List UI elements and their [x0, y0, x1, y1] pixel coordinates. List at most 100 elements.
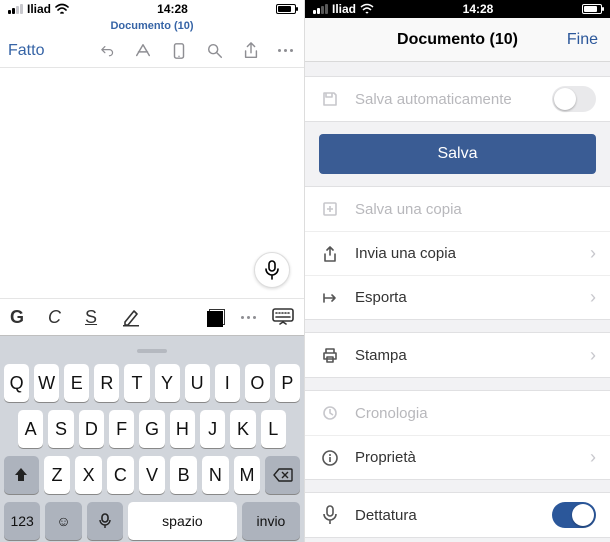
editor-screen: Iliad 14:28 Documento (10) Fatto G C S [0, 0, 305, 542]
enter-key[interactable]: invio [242, 502, 300, 540]
mic-key[interactable] [87, 502, 123, 540]
send-copy-icon [319, 245, 341, 263]
highlight-icon[interactable] [121, 307, 141, 327]
save-copy-row: Salva una copia [305, 187, 610, 231]
key-h[interactable]: H [170, 410, 195, 448]
autosave-label: Salva automaticamente [355, 91, 512, 108]
key-k[interactable]: K [230, 410, 255, 448]
key-g[interactable]: G [139, 410, 164, 448]
key-r[interactable]: R [94, 364, 119, 402]
mic-icon [319, 505, 341, 525]
bold-button[interactable]: G [10, 307, 24, 328]
carrier-label: Iliad [27, 2, 51, 16]
key-o[interactable]: O [245, 364, 270, 402]
key-y[interactable]: Y [155, 364, 180, 402]
key-x[interactable]: X [75, 456, 102, 494]
signal-icon [8, 4, 23, 14]
battery-icon [582, 4, 602, 14]
keyboard-handle[interactable] [137, 349, 167, 353]
italic-button[interactable]: C [48, 307, 61, 328]
done-button[interactable]: Fatto [8, 42, 44, 60]
key-z[interactable]: Z [44, 456, 71, 494]
history-row: Cronologia [305, 391, 610, 435]
document-canvas[interactable] [0, 68, 304, 298]
send-copy-label: Invia una copia [355, 245, 456, 262]
key-d[interactable]: D [79, 410, 104, 448]
chevron-right-icon: › [590, 243, 596, 264]
styles-icon[interactable] [134, 42, 152, 60]
properties-row[interactable]: Proprietà › [305, 435, 610, 479]
space-key[interactable]: spazio [128, 502, 237, 540]
key-row-1: QWERTYUIOP [4, 364, 300, 402]
clock: 14:28 [463, 2, 494, 16]
status-bar: Iliad 14:28 [305, 0, 610, 18]
send-copy-row[interactable]: Invia una copia › [305, 231, 610, 275]
autosave-row: Salva automaticamente [305, 77, 610, 121]
properties-label: Proprietà [355, 449, 416, 466]
numbers-key[interactable]: 123 [4, 502, 40, 540]
autosave-toggle[interactable] [552, 86, 596, 112]
export-label: Esporta [355, 289, 407, 306]
dictation-row[interactable]: Dettatura [305, 493, 610, 537]
wifi-icon [360, 3, 374, 15]
chevron-right-icon: › [590, 345, 596, 366]
backspace-key[interactable] [265, 456, 300, 494]
keyboard-toggle-icon[interactable] [272, 308, 294, 326]
dictation-toggle[interactable] [552, 502, 596, 528]
save-button[interactable]: Salva [319, 134, 596, 174]
print-icon [319, 346, 341, 364]
emoji-key[interactable]: ☺ [45, 502, 81, 540]
key-w[interactable]: W [34, 364, 59, 402]
key-row-3: ZXCVBNM [4, 456, 300, 494]
key-m[interactable]: M [234, 456, 261, 494]
key-n[interactable]: N [202, 456, 229, 494]
toolbar: Fatto [0, 34, 304, 68]
key-v[interactable]: V [139, 456, 166, 494]
carrier-label: Iliad [332, 2, 356, 16]
done-button[interactable]: Fine [567, 31, 598, 49]
save-copy-icon [319, 200, 341, 218]
print-label: Stampa [355, 347, 407, 364]
key-l[interactable]: L [261, 410, 286, 448]
key-b[interactable]: B [170, 456, 197, 494]
export-icon [319, 289, 341, 307]
shift-key[interactable] [4, 456, 39, 494]
clock: 14:28 [157, 2, 188, 16]
format-more-icon[interactable] [241, 316, 256, 319]
file-menu-screen: Iliad 14:28 Documento (10) Fine Salva au… [305, 0, 610, 542]
key-a[interactable]: A [18, 410, 43, 448]
signal-icon [313, 4, 328, 14]
document-title[interactable]: Documento (10) [0, 18, 304, 34]
key-i[interactable]: I [215, 364, 240, 402]
key-f[interactable]: F [109, 410, 134, 448]
more-icon[interactable] [278, 42, 296, 60]
save-copy-label: Salva una copia [355, 201, 462, 218]
export-row[interactable]: Esporta › [305, 275, 610, 319]
color-swatch-icon[interactable] [209, 309, 225, 325]
status-bar: Iliad 14:28 [0, 0, 304, 18]
mobile-view-icon[interactable] [170, 42, 188, 60]
sheet-header: Documento (10) Fine [305, 18, 610, 62]
dictation-label: Dettatura [355, 507, 417, 524]
battery-icon [276, 4, 296, 14]
autosave-icon [319, 90, 341, 108]
key-p[interactable]: P [275, 364, 300, 402]
mic-icon [264, 260, 280, 280]
share-icon[interactable] [242, 42, 260, 60]
key-c[interactable]: C [107, 456, 134, 494]
chevron-right-icon: › [590, 447, 596, 468]
undo-icon[interactable] [98, 42, 116, 60]
key-s[interactable]: S [48, 410, 73, 448]
key-u[interactable]: U [185, 364, 210, 402]
key-t[interactable]: T [124, 364, 149, 402]
underline-button[interactable]: S [85, 307, 97, 328]
history-label: Cronologia [355, 405, 428, 422]
key-j[interactable]: J [200, 410, 225, 448]
key-q[interactable]: Q [4, 364, 29, 402]
history-icon [319, 404, 341, 422]
key-row-2: ASDFGHJKL [4, 410, 300, 448]
print-row[interactable]: Stampa › [305, 333, 610, 377]
dictation-fab[interactable] [254, 252, 290, 288]
key-e[interactable]: E [64, 364, 89, 402]
search-icon[interactable] [206, 42, 224, 60]
